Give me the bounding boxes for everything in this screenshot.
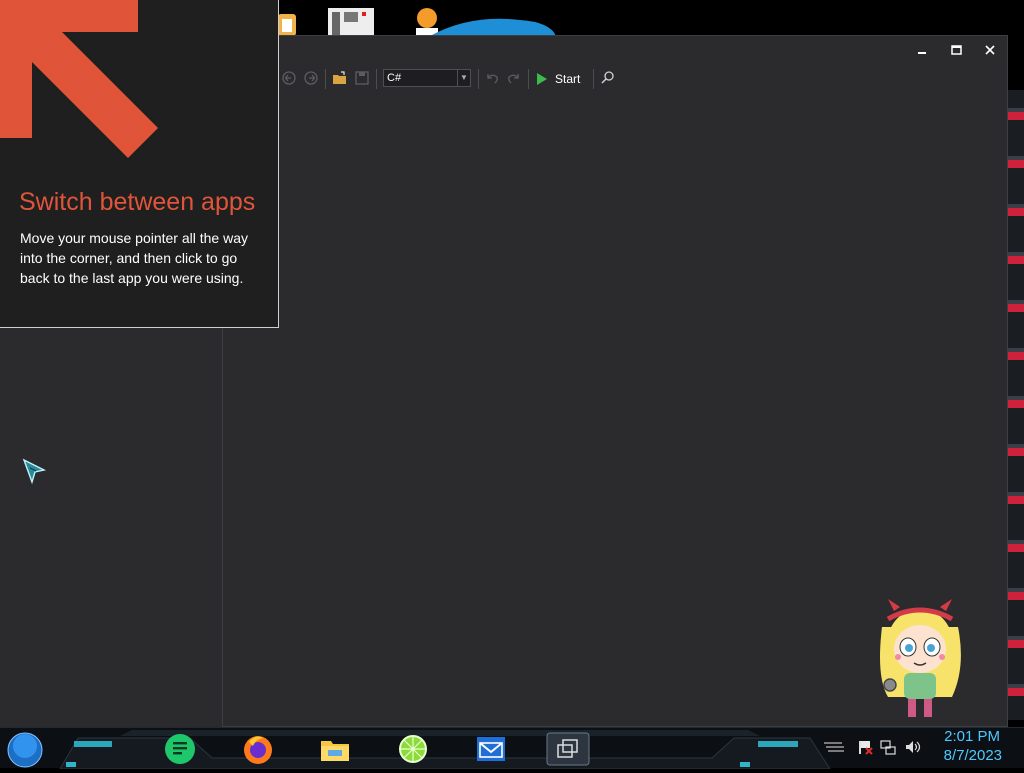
toolbar-separator — [528, 69, 529, 89]
switch-apps-tip: Switch between apps Move your mouse poin… — [0, 0, 279, 328]
mascot-character — [868, 597, 972, 725]
tip-body: Move your mouse pointer all the way into… — [20, 230, 248, 286]
desktop-frame-decoration — [1008, 90, 1024, 720]
chevron-down-icon[interactable]: ▼ — [457, 70, 470, 86]
file-explorer-icon[interactable] — [318, 732, 352, 766]
toolbar-separator — [325, 69, 326, 89]
taskbar: 2:01 PM 8/7/2023 — [0, 727, 1024, 769]
maximize-icon[interactable] — [939, 36, 973, 66]
mail-icon[interactable] — [474, 732, 508, 766]
play-icon — [537, 72, 547, 85]
language-select-value: C# — [387, 72, 402, 84]
flag-icon[interactable] — [857, 739, 873, 755]
keyboard-icon[interactable] — [822, 739, 844, 755]
minimize-icon[interactable] — [905, 36, 939, 66]
toolbar-separator — [593, 69, 594, 89]
toolbar-separator — [376, 69, 377, 89]
volume-icon[interactable] — [904, 739, 921, 755]
redo-icon[interactable] — [506, 70, 522, 86]
clock-date[interactable]: 8/7/2023 — [944, 747, 1002, 764]
network-icon[interactable] — [880, 739, 896, 755]
forward-icon[interactable] — [303, 70, 319, 86]
start-button-label: Start — [555, 72, 581, 86]
toolbar: C# ▼ Start — [223, 66, 1007, 92]
corner-arrow-icon — [0, 0, 158, 158]
open-folder-icon[interactable] — [332, 70, 348, 86]
task-view-icon[interactable] — [546, 732, 590, 766]
lime-app-icon[interactable] — [396, 732, 430, 766]
search-icon[interactable] — [600, 70, 616, 86]
close-icon[interactable] — [973, 36, 1007, 66]
start-orb-icon[interactable] — [7, 732, 43, 768]
undo-icon[interactable] — [484, 70, 500, 86]
save-icon[interactable] — [354, 70, 370, 86]
clock-time[interactable]: 2:01 PM — [944, 728, 1000, 745]
desktop-wave-decoration — [430, 14, 560, 36]
notes-app-icon[interactable] — [163, 732, 197, 766]
tip-title: Switch between apps — [19, 188, 256, 216]
start-button[interactable]: Start — [537, 70, 580, 88]
title-bar[interactable] — [223, 36, 1007, 66]
language-select[interactable]: C# ▼ — [383, 69, 471, 87]
mouse-cursor-icon — [22, 458, 48, 491]
toolbar-separator — [478, 69, 479, 89]
back-icon[interactable] — [281, 70, 297, 86]
firefox-icon[interactable] — [241, 732, 275, 766]
desktop-app-icon[interactable] — [328, 6, 374, 36]
